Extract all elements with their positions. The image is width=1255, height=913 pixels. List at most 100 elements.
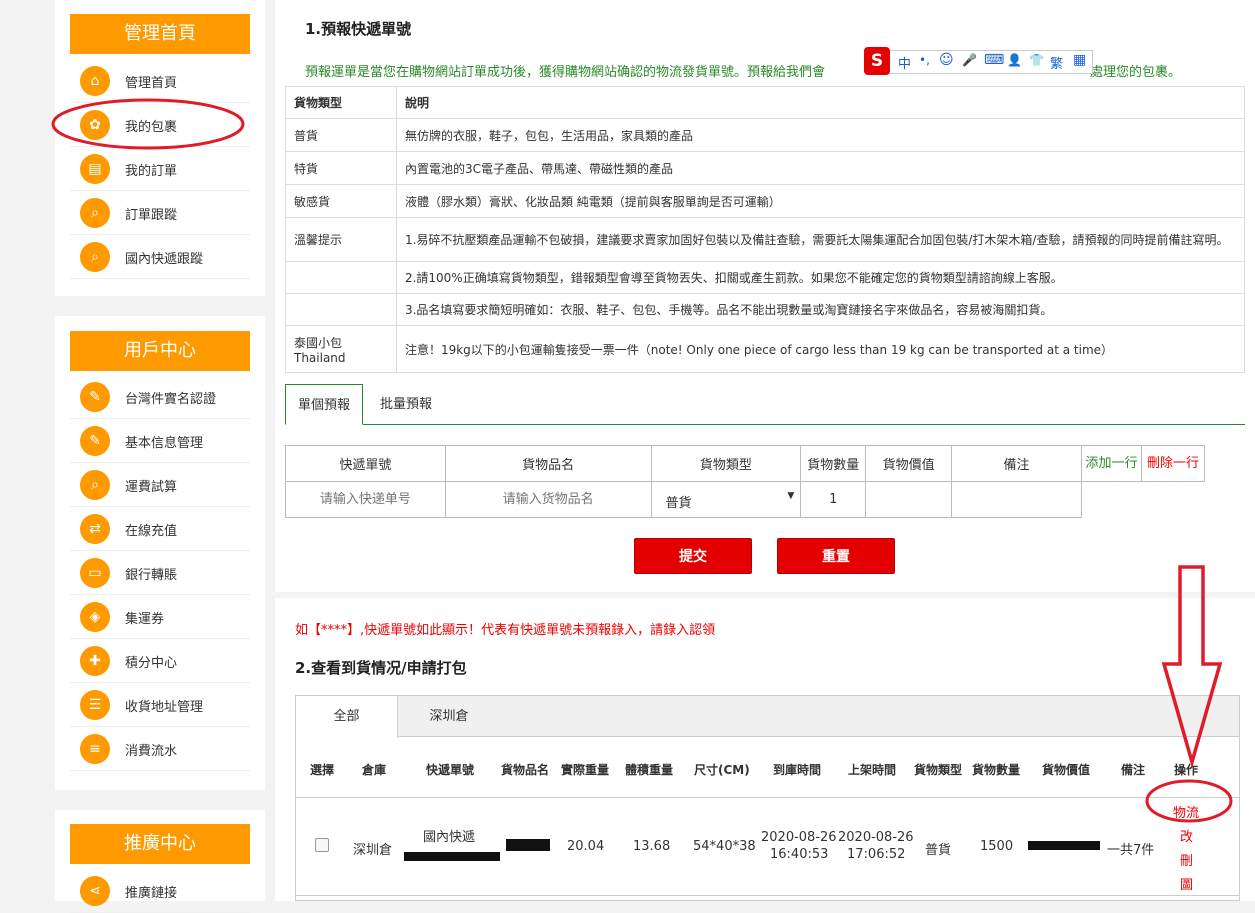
sidebar-heading-home: 管理首頁: [70, 14, 250, 54]
sidebar-box-user: 用戶中心 ✎ 台灣件實名認證 ✎ 基本信息管理 ⌕ 運費試算 ⇄ 在線充值 ▭ …: [55, 316, 265, 790]
sidebar-heading-user: 用戶中心: [70, 331, 250, 371]
ime-menu-icon[interactable]: ▦: [1073, 52, 1086, 68]
redacted-tracking-number: [404, 852, 500, 861]
section-divider: [275, 592, 1255, 598]
table-cell: 溫馨提示: [285, 217, 397, 262]
table-row: 3.品名填寫要求簡短明確如：衣服、鞋子、包包、手機等。品名不能出現數量或淘寶鏈接…: [285, 293, 1246, 326]
col-warehouse: 倉庫: [362, 763, 387, 777]
row-shelf-time: 17:06:52: [847, 847, 906, 862]
tab-all[interactable]: 全部: [296, 696, 398, 738]
remark-cell[interactable]: [951, 481, 1082, 518]
share-icon: ⋖: [80, 876, 110, 906]
tab-shenzhen[interactable]: 深圳倉: [399, 696, 499, 737]
form-header-cell: 貨物數量: [800, 445, 867, 482]
reset-button[interactable]: 重置: [777, 538, 895, 574]
form-header-cell: 貨物價值: [865, 445, 953, 482]
ime-logo-icon[interactable]: S: [864, 47, 890, 75]
ime-voice-icon[interactable]: 🎤: [962, 53, 977, 67]
value-cell[interactable]: [865, 481, 953, 518]
sidebar-item-shipping-calc[interactable]: ⌕ 運費試算: [70, 463, 250, 507]
chevron-down-icon: ▼: [787, 491, 795, 501]
ime-punctuation-icon[interactable]: •,: [919, 53, 930, 67]
table-cell: 注意！19kg以下的小包運輸隻接受一票一件（note! Only one pie…: [395, 325, 1246, 373]
action-edit-link[interactable]: 改: [1180, 826, 1193, 845]
table-cell: [285, 293, 397, 326]
orders-icon: ▤: [80, 154, 110, 184]
sidebar-item-recharge[interactable]: ⇄ 在線充值: [70, 507, 250, 551]
col-actual-weight: 實際重量: [561, 763, 610, 777]
tab-batch-forecast[interactable]: 批量預報: [367, 384, 445, 425]
section1-intro-right: 處理您的包裹。: [1090, 65, 1182, 80]
form-header-cell: 備注: [951, 445, 1082, 482]
table-row: 敏感貨 液體（膠水類）膏狀、化妝品類 純電類（提前與客服單詢是否可運輸）: [285, 184, 1246, 218]
row-actual-weight: 20.04: [567, 839, 605, 854]
annotation-ellipse-actions: [1145, 779, 1233, 823]
table-cell: [285, 261, 397, 294]
row-note: 一共7件: [1107, 843, 1155, 858]
sidebar-item-points[interactable]: ✚ 積分中心: [70, 639, 250, 683]
action-delete-link[interactable]: 刪: [1180, 850, 1193, 869]
tracking-number-input[interactable]: [286, 483, 445, 516]
sidebar-item-profile[interactable]: ✎ 基本信息管理: [70, 419, 250, 463]
sidebar-item-domestic-tracking[interactable]: ⌕ 國內快遞跟蹤: [70, 235, 250, 279]
col-quantity: 貨物數量: [972, 763, 1021, 777]
goods-type-value: 普貨: [665, 496, 692, 511]
col-goods-type: 貨物類型: [914, 763, 963, 777]
action-image-link[interactable]: 圖: [1180, 874, 1193, 893]
sidebar-item-promo-link[interactable]: ⋖ 推廣鏈接: [70, 869, 250, 913]
row-quantity: 1500: [980, 839, 1014, 854]
table-cell: 內置電池的3C電子產品、帶馬達、帶磁性類的產品: [395, 151, 1246, 185]
list-icon: ≡: [80, 734, 110, 764]
sidebar-item-label: 國內快遞跟蹤: [125, 252, 204, 267]
sidebar-heading-promo: 推廣中心: [70, 824, 250, 864]
form-input-row: 普貨 ▼ 1: [285, 481, 1082, 518]
arrival-panel: 全部 深圳倉 選擇 倉庫 快遞單號 貨物品名 實際重量 體積重量 尺寸(CM) …: [295, 695, 1240, 901]
row-arrival-date: 2020-08-26: [761, 830, 837, 845]
ticket-icon: ◈: [80, 602, 110, 632]
ime-chinese-icon[interactable]: 中: [898, 53, 911, 72]
sidebar-item-my-orders[interactable]: ▤ 我的訂單: [70, 147, 250, 191]
sidebar-item-tw-verify[interactable]: ✎ 台灣件實名認證: [70, 375, 250, 419]
sidebar-item-coupons[interactable]: ◈ 集運券: [70, 595, 250, 639]
ime-emoji-icon[interactable]: ☺: [939, 52, 954, 68]
table-header-cell: 貨物類型: [285, 86, 397, 119]
sidebar-item-transactions[interactable]: ≡ 消費流水: [70, 727, 250, 771]
tab-single-forecast[interactable]: 單個預報: [285, 384, 363, 425]
submit-button[interactable]: 提交: [634, 538, 752, 574]
delete-row-link[interactable]: 刪除一行: [1142, 445, 1205, 482]
goods-type-cell: 普貨 ▼: [650, 481, 802, 518]
gift-icon: ✚: [80, 646, 110, 676]
ime-skin-icon[interactable]: 👕: [1029, 53, 1044, 67]
ime-traditional-icon[interactable]: 繁: [1050, 53, 1063, 72]
sidebar-item-label: 推廣鏈接: [125, 886, 178, 901]
table-header-row: 貨物類型 說明: [285, 86, 1246, 119]
form-header-cell: 快遞單號: [285, 445, 446, 482]
sidebar-item-addresses[interactable]: ☰ 收貨地址管理: [70, 683, 250, 727]
goods-name-input[interactable]: [445, 483, 651, 516]
sidebar-item-order-tracking[interactable]: ⌕ 訂單跟蹤: [70, 191, 250, 235]
row-volume-weight: 13.68: [633, 839, 671, 854]
col-arrival-time: 到庫時間: [773, 763, 822, 777]
col-note: 備注: [1121, 763, 1146, 777]
table-cell: 泰國小包 Thailand: [285, 325, 397, 373]
ime-keyboard-icon[interactable]: ⌨: [984, 52, 1004, 68]
quantity-cell[interactable]: 1: [800, 481, 867, 518]
section1-intro: 預報運單是當您在購物網站訂單成功後，獲得購物網站确認的物流發貨單號。預報給我們會: [305, 61, 825, 80]
edit-icon: ✎: [80, 426, 110, 456]
header-row-divider: [296, 797, 1239, 798]
annotation-ellipse-parcels: [51, 98, 245, 150]
add-row-link[interactable]: 添加一行: [1082, 445, 1142, 482]
table-cell: 普貨: [285, 118, 397, 152]
row-arrival-time: 16:40:53: [770, 847, 829, 862]
row-checkbox[interactable]: [315, 838, 329, 852]
intro-text-left: 預報運單是當您在購物網站訂單成功後，獲得購物網站确認的物流發貨單號。預報給我們會: [305, 65, 826, 80]
row-size: 54*40*38: [693, 839, 756, 854]
sidebar-item-bank-transfer[interactable]: ▭ 銀行轉賬: [70, 551, 250, 595]
sidebar-item-label: 我的訂單: [125, 164, 178, 179]
col-volume-weight: 體積重量: [625, 763, 674, 777]
sidebar-box-promo: 推廣中心 ⋖ 推廣鏈接: [55, 810, 265, 913]
table-cell: 3.品名填寫要求簡短明確如：衣服、鞋子、包包、手機等。品名不能出現數量或淘寶鏈接…: [395, 293, 1246, 326]
forecast-form-table: 快遞單號 貨物品名 貨物類型 貨物數量 貨物價值 備注 普貨 ▼ 1: [285, 445, 1082, 518]
ime-user-icon[interactable]: 👤: [1007, 53, 1022, 67]
table-row: 泰國小包 Thailand 注意！19kg以下的小包運輸隻接受一票一件（note…: [285, 325, 1246, 373]
